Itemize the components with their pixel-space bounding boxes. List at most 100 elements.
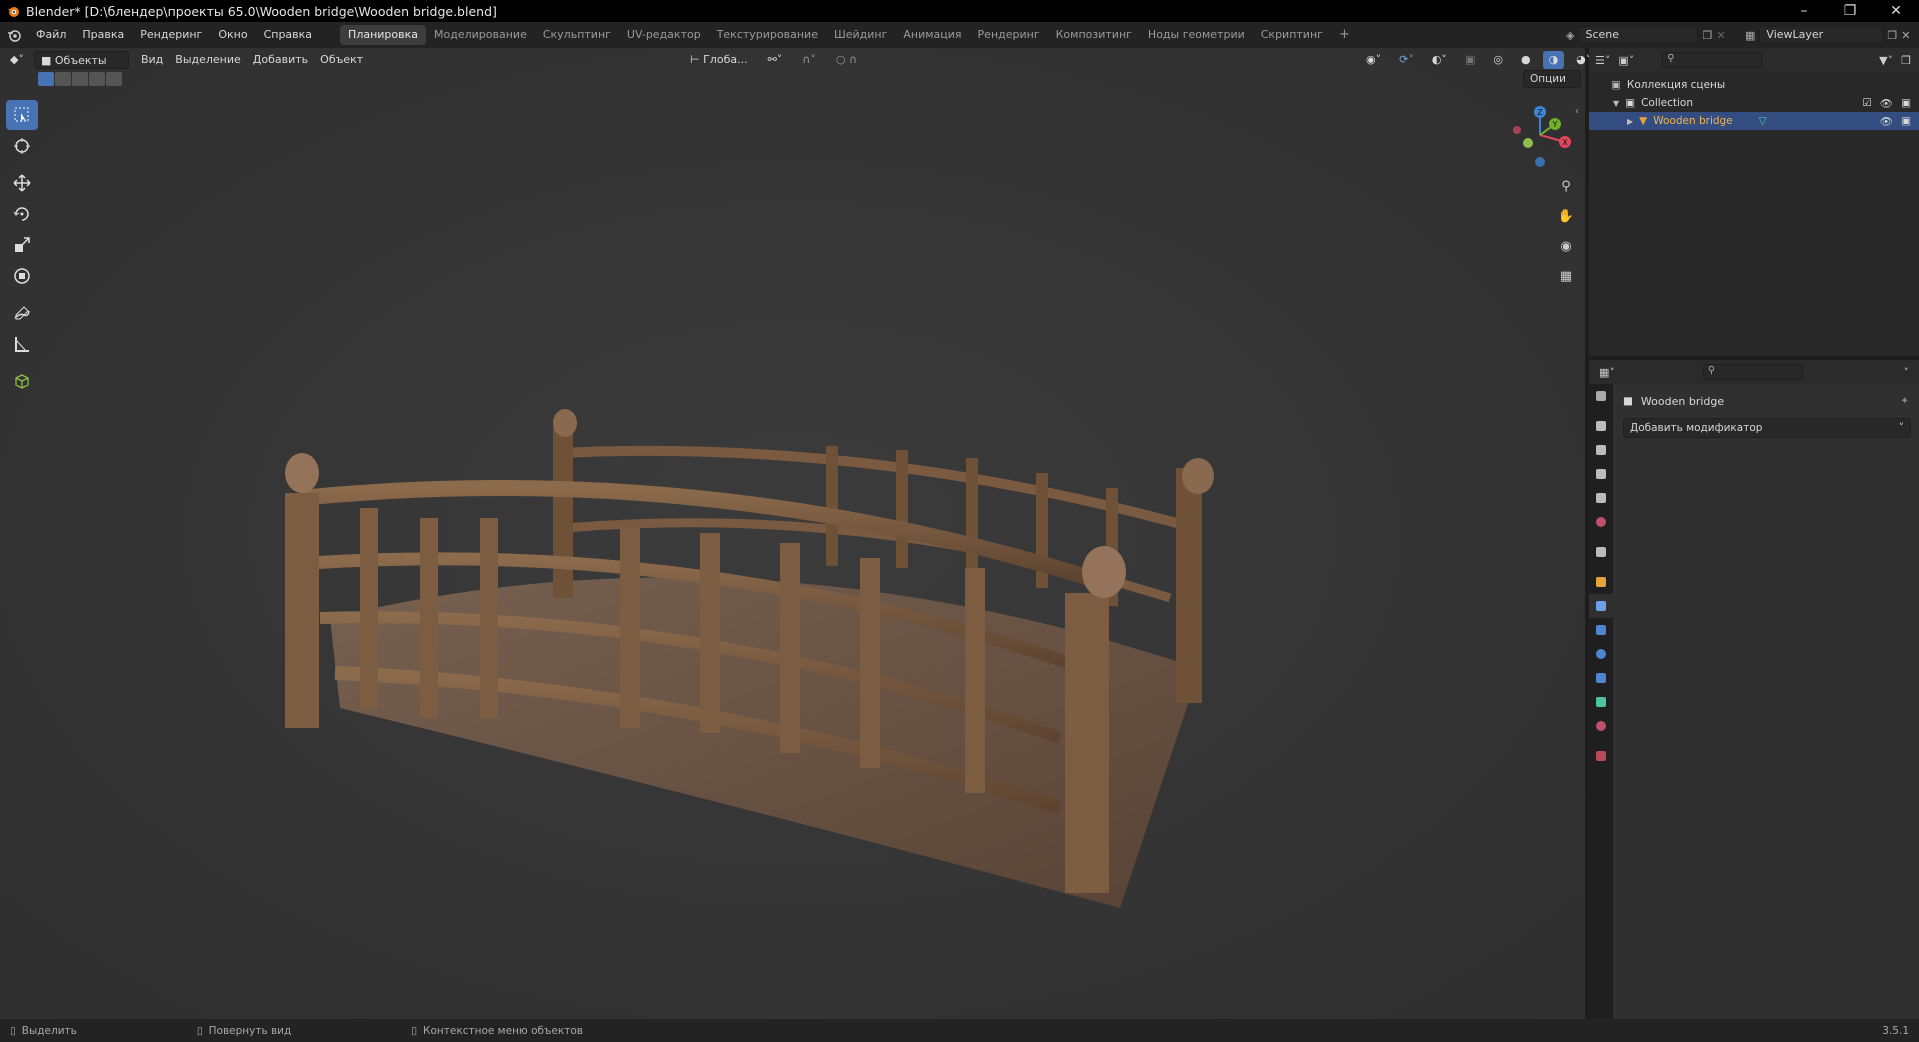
material-tab-icon[interactable] [1589,714,1613,738]
tool-tab-icon[interactable] [1589,384,1613,408]
navigation-gizmo[interactable]: Z X Y [1500,100,1580,170]
wooden-bridge-model[interactable] [0,48,1585,1019]
select-subtract-mode-icon[interactable] [72,72,88,86]
outliner-row-collection[interactable]: ▼ ▣ Collection ☑ 👁 ▣ [1589,94,1919,112]
menu-render[interactable]: Рендеринг [132,22,210,48]
close-window-button[interactable]: ✕ [1873,0,1919,22]
select-box-tool[interactable] [6,100,38,130]
3d-viewport[interactable]: Опции Z X Y ⚲ ✋ ◉ ▦ ‹ [0,48,1585,1019]
tab-scripting[interactable]: Скриптинг [1253,25,1331,45]
data-tab-icon[interactable] [1589,690,1613,714]
shading-material-icon[interactable]: ◑ [1542,51,1565,69]
render-tab-icon[interactable] [1589,414,1613,438]
eye-icon[interactable]: 👁 [1880,97,1893,110]
texture-tab-icon[interactable] [1589,744,1613,768]
add-workspace-button[interactable]: + [1331,25,1358,45]
properties-options-icon[interactable]: ˅ [1904,366,1910,379]
exclude-checkbox-icon[interactable]: ☑ [1862,97,1871,110]
menu-edit[interactable]: Правка [74,22,132,48]
modifier-tab-icon[interactable] [1589,594,1613,618]
tab-compositing[interactable]: Композитинг [1048,25,1140,45]
outliner-search-input[interactable]: ⚲ [1662,52,1763,68]
measure-tool[interactable] [6,329,38,359]
pin-icon[interactable]: ✦ [1900,395,1909,407]
physics-tab-icon[interactable] [1589,642,1613,666]
scene-name-field[interactable]: Scene [1578,26,1699,44]
expand-arrow-icon[interactable]: ▼ [1613,99,1619,108]
particles-tab-icon[interactable] [1589,618,1613,642]
menu-view[interactable]: Вид [135,51,169,69]
shading-solid-icon[interactable]: ● [1515,51,1537,69]
expand-arrow-icon[interactable]: ▶ [1627,117,1633,126]
view-layer-tab-icon[interactable] [1589,462,1613,486]
tab-rendering[interactable]: Рендеринг [970,25,1048,45]
camera-view-icon[interactable]: ◉ [1554,234,1578,258]
delete-scene-icon[interactable]: ✕ [1716,29,1725,42]
select-new-mode-icon[interactable] [38,72,54,86]
object-tab-icon[interactable] [1589,570,1613,594]
annotate-tool[interactable] [6,298,38,328]
outliner-editor-type-icon[interactable]: ☰˅ [1595,54,1610,67]
perspective-grid-icon[interactable]: ▦ [1554,264,1578,288]
outliner-row-scene-collection[interactable]: ▣ Коллекция сцены [1589,76,1919,94]
transform-tool[interactable] [6,261,38,291]
shading-wireframe-icon[interactable]: ◎ [1487,51,1509,69]
pan-hand-icon[interactable]: ✋ [1554,204,1578,228]
select-intersect-mode-icon[interactable] [106,72,122,86]
eye-icon[interactable]: 👁 [1880,115,1893,128]
menu-select[interactable]: Выделение [169,51,247,69]
collection-tab-icon[interactable] [1589,540,1613,564]
properties-editor-type-icon[interactable]: ▦˅ [1599,366,1615,379]
sidebar-toggle-icon[interactable]: ‹ [1575,106,1579,117]
menu-add[interactable]: Добавить [247,51,314,69]
proportional-edit-icon[interactable]: ○ ∩ [830,51,863,69]
tab-animation[interactable]: Анимация [895,25,969,45]
minimize-button[interactable]: – [1781,0,1827,22]
tab-modeling[interactable]: Моделирование [426,25,535,45]
snap-icon[interactable]: ∩˅ [796,51,822,69]
scale-tool[interactable] [6,230,38,260]
scene-tab-icon[interactable] [1589,486,1613,510]
menu-object[interactable]: Объект [314,51,369,69]
scene-selector[interactable]: ◈ Scene ❐ ✕ [1566,25,1726,45]
select-invert-mode-icon[interactable] [89,72,105,86]
outliner-row-wooden-bridge[interactable]: ▶ ▼ Wooden bridge ▽ 👁 ▣ [1589,112,1919,130]
new-scene-icon[interactable]: ❐ [1702,29,1712,42]
mode-dropdown[interactable]: ■ Объекты [33,51,129,69]
view-layer-selector[interactable]: ▦ ViewLayer ❐ ✕ [1745,25,1911,45]
display-mode-icon[interactable]: ▣˅ [1618,54,1634,67]
menu-window[interactable]: Окно [210,22,255,48]
editor-type-icon[interactable]: ◆˅ [0,51,30,69]
maximize-button[interactable]: ❐ [1827,0,1873,22]
overlays-icon[interactable]: ◐˅ [1426,51,1453,69]
transform-orientation-dropdown[interactable]: ⊢ Глоба... [684,51,754,69]
zoom-icon[interactable]: ⚲ [1554,174,1578,198]
new-view-layer-icon[interactable]: ❐ [1887,29,1897,42]
add-modifier-dropdown[interactable]: Добавить модификатор ˅ [1623,418,1911,438]
add-cube-tool[interactable] [6,366,38,396]
move-tool[interactable] [6,168,38,198]
menu-file[interactable]: Файл [28,22,74,48]
tab-uv-editing[interactable]: UV-редактор [619,25,709,45]
visibility-icon[interactable]: ◉˅ [1360,51,1387,69]
xray-icon[interactable]: ▣ [1459,51,1481,69]
tab-layout[interactable]: Планировка [340,25,427,45]
tab-shading[interactable]: Шейдинг [826,25,895,45]
rotate-tool[interactable] [6,199,38,229]
world-tab-icon[interactable] [1589,510,1613,534]
output-tab-icon[interactable] [1589,438,1613,462]
options-dropdown[interactable]: Опции [1523,70,1581,88]
menu-help[interactable]: Справка [256,22,320,48]
delete-view-layer-icon[interactable]: ✕ [1901,29,1910,42]
select-extend-mode-icon[interactable] [55,72,71,86]
camera-icon[interactable]: ▣ [1901,97,1911,110]
gizmo-toggle-icon[interactable]: ⟳˅ [1393,51,1420,69]
tab-texture-paint[interactable]: Текстурирование [709,25,826,45]
cursor-tool[interactable] [6,131,38,161]
camera-icon[interactable]: ▣ [1901,115,1911,128]
new-collection-icon[interactable]: ❐ [1901,54,1911,67]
filter-icon[interactable]: ▼˅ [1879,54,1893,67]
tab-geometry-nodes[interactable]: Ноды геометрии [1140,25,1253,45]
properties-search-input[interactable]: ⚲ [1702,364,1803,380]
blender-menu-icon[interactable] [0,28,28,42]
